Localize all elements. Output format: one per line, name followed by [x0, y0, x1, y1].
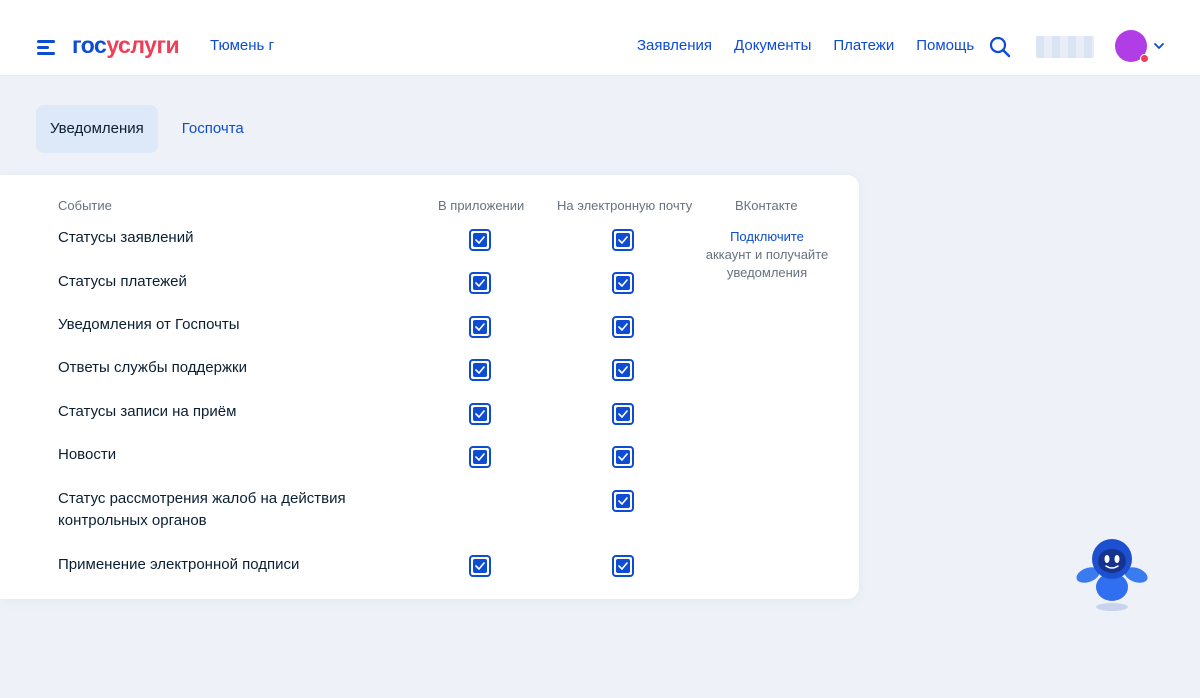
tabs: Уведомления Госпочта	[36, 105, 258, 153]
logo-part-uslugi: услуги	[106, 32, 180, 58]
vk-connect-hint: Подключите аккаунт и получайте уведомлен…	[695, 228, 839, 282]
event-label: Применение электронной подписи	[58, 556, 300, 573]
column-header-event: Событие	[58, 198, 112, 213]
email-checkbox[interactable]	[612, 359, 634, 381]
vk-connect-text: аккаунт и получайте уведомления	[705, 247, 829, 280]
email-checkbox[interactable]	[612, 272, 634, 294]
vk-connect-link[interactable]: Подключите	[730, 229, 804, 244]
column-header-app: В приложении	[438, 198, 525, 213]
notification-dot	[1140, 54, 1149, 63]
column-header-email: На электронную почту	[557, 198, 693, 213]
header: госуслуги Тюмень г Заявления Документы П…	[0, 0, 1200, 76]
main-nav: Заявления Документы Платежи Помощь	[637, 37, 974, 54]
checkmark-icon	[475, 366, 485, 374]
nav-help[interactable]: Помощь	[916, 37, 974, 54]
assistant-robot-icon[interactable]	[1072, 535, 1152, 615]
checkmark-icon	[618, 236, 628, 244]
app-checkbox[interactable]	[469, 359, 491, 381]
user-name-blurred[interactable]	[1036, 36, 1094, 58]
checkmark-icon	[618, 410, 628, 418]
tab-notifications[interactable]: Уведомления	[36, 105, 158, 153]
event-label: Ответы службы поддержки	[58, 359, 247, 376]
nav-documents[interactable]: Документы	[734, 37, 811, 54]
email-checkbox[interactable]	[612, 403, 634, 425]
email-checkbox[interactable]	[612, 229, 634, 251]
chevron-down-icon[interactable]	[1153, 41, 1165, 51]
city-selector[interactable]: Тюмень г	[210, 37, 274, 54]
app-checkbox[interactable]	[469, 446, 491, 468]
search-icon[interactable]	[989, 36, 1011, 58]
email-checkbox[interactable]	[612, 490, 634, 512]
app-checkbox[interactable]	[469, 229, 491, 251]
email-checkbox[interactable]	[612, 555, 634, 577]
email-checkbox[interactable]	[612, 316, 634, 338]
logo-part-gos: гос	[72, 32, 107, 58]
checkmark-icon	[618, 562, 628, 570]
checkmark-icon	[475, 453, 485, 461]
burger-menu-icon[interactable]	[37, 40, 55, 55]
checkmark-icon	[475, 279, 485, 287]
event-label: Статусы заявлений	[58, 229, 194, 246]
app-checkbox[interactable]	[469, 272, 491, 294]
checkmark-icon	[475, 410, 485, 418]
app-checkbox[interactable]	[469, 316, 491, 338]
email-checkbox[interactable]	[612, 446, 634, 468]
event-label: Уведомления от Госпочты	[58, 316, 240, 333]
nav-applications[interactable]: Заявления	[637, 37, 712, 54]
checkmark-icon	[475, 323, 485, 331]
checkmark-icon	[618, 279, 628, 287]
checkmark-icon	[475, 236, 485, 244]
gosuslugi-logo[interactable]: госуслуги	[72, 31, 180, 59]
checkmark-icon	[618, 323, 628, 331]
notification-settings-card: Событие В приложении На электронную почт…	[0, 175, 859, 599]
app-checkbox[interactable]	[469, 403, 491, 425]
column-header-vk: ВКонтакте	[735, 198, 798, 213]
event-label: Статусы платежей	[58, 273, 187, 290]
checkmark-icon	[475, 562, 485, 570]
app-checkbox[interactable]	[469, 555, 491, 577]
checkmark-icon	[618, 366, 628, 374]
checkmark-icon	[618, 453, 628, 461]
checkmark-icon	[618, 497, 628, 505]
tab-gospochta[interactable]: Госпочта	[164, 105, 258, 153]
event-label: Статусы записи на приём	[58, 403, 237, 420]
event-label: Новости	[58, 446, 117, 463]
nav-payments[interactable]: Платежи	[833, 37, 894, 54]
event-label: Статус рассмотрения жалоб на действия ко…	[58, 490, 346, 529]
